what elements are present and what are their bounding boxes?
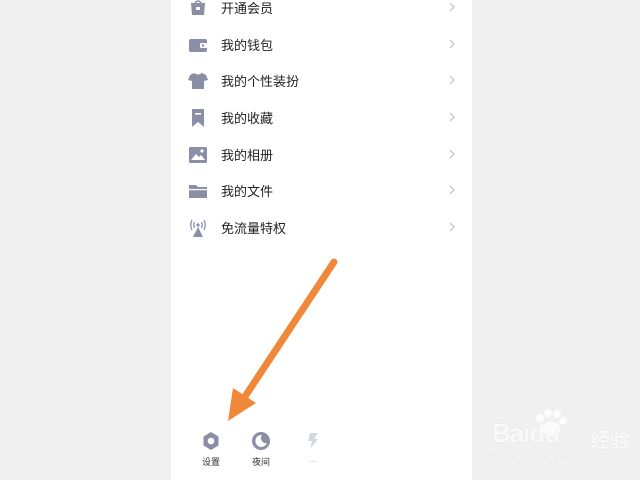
side-menu-panel: 开通会员 我的钱包 我的个性装扮 我的收藏 我的相册 我的文件 免流量特权 设置… bbox=[171, 0, 472, 480]
moon-icon bbox=[252, 432, 270, 450]
night-mode-button[interactable]: 夜间 bbox=[236, 425, 286, 468]
third-button[interactable]: … bbox=[288, 425, 338, 465]
folder-icon bbox=[187, 180, 209, 202]
menu-item-label: 我的个性装扮 bbox=[221, 75, 300, 90]
chevron-right-icon bbox=[449, 149, 455, 159]
menu-item-wallet[interactable]: 我的钱包 bbox=[171, 26, 472, 63]
menu-item-theme[interactable]: 我的个性装扮 bbox=[171, 62, 472, 99]
baidu-jingyan-watermark: Baidu 经验 jingyan.baidu.com bbox=[488, 408, 638, 476]
chevron-right-icon bbox=[449, 222, 455, 232]
night-mode-label: 夜间 bbox=[251, 458, 270, 468]
menu-item-label: 免流量特权 bbox=[221, 222, 287, 237]
vip-bag-icon bbox=[187, 0, 209, 19]
theme-icon bbox=[308, 433, 318, 449]
watermark-jingyan: 经验 bbox=[590, 428, 630, 452]
settings-label: 设置 bbox=[201, 458, 220, 468]
menu-item-data-free[interactable]: 免流量特权 bbox=[171, 209, 472, 246]
watermark-brand: Baidu bbox=[492, 418, 560, 448]
chevron-right-icon bbox=[449, 39, 455, 49]
settings-button[interactable]: 设置 bbox=[186, 425, 236, 468]
wallet-icon bbox=[187, 34, 209, 56]
menu-item-label: 开通会员 bbox=[221, 2, 274, 17]
signal-tower-icon bbox=[187, 217, 209, 239]
bottom-bar: 设置 夜间 … bbox=[171, 425, 472, 480]
menu-item-label: 我的文件 bbox=[221, 185, 274, 200]
menu-item-album[interactable]: 我的相册 bbox=[171, 136, 472, 173]
menu-item-favorites[interactable]: 我的收藏 bbox=[171, 99, 472, 136]
chevron-right-icon bbox=[449, 112, 455, 122]
tshirt-icon bbox=[187, 70, 209, 92]
chevron-right-icon bbox=[449, 185, 455, 195]
menu-item-files[interactable]: 我的文件 bbox=[171, 172, 472, 209]
menu-item-label: 我的收藏 bbox=[221, 112, 274, 127]
menu-item-label: 我的钱包 bbox=[221, 39, 274, 54]
chevron-right-icon bbox=[449, 2, 455, 12]
bookmark-icon bbox=[187, 107, 209, 129]
chevron-right-icon bbox=[449, 75, 455, 85]
menu-item-vip[interactable]: 开通会员 bbox=[171, 0, 472, 26]
settings-gear-icon bbox=[203, 432, 219, 450]
photo-album-icon bbox=[187, 144, 209, 166]
watermark-url: jingyan.baidu.com bbox=[490, 452, 579, 464]
third-label: … bbox=[308, 455, 318, 465]
menu-item-label: 我的相册 bbox=[221, 149, 274, 164]
